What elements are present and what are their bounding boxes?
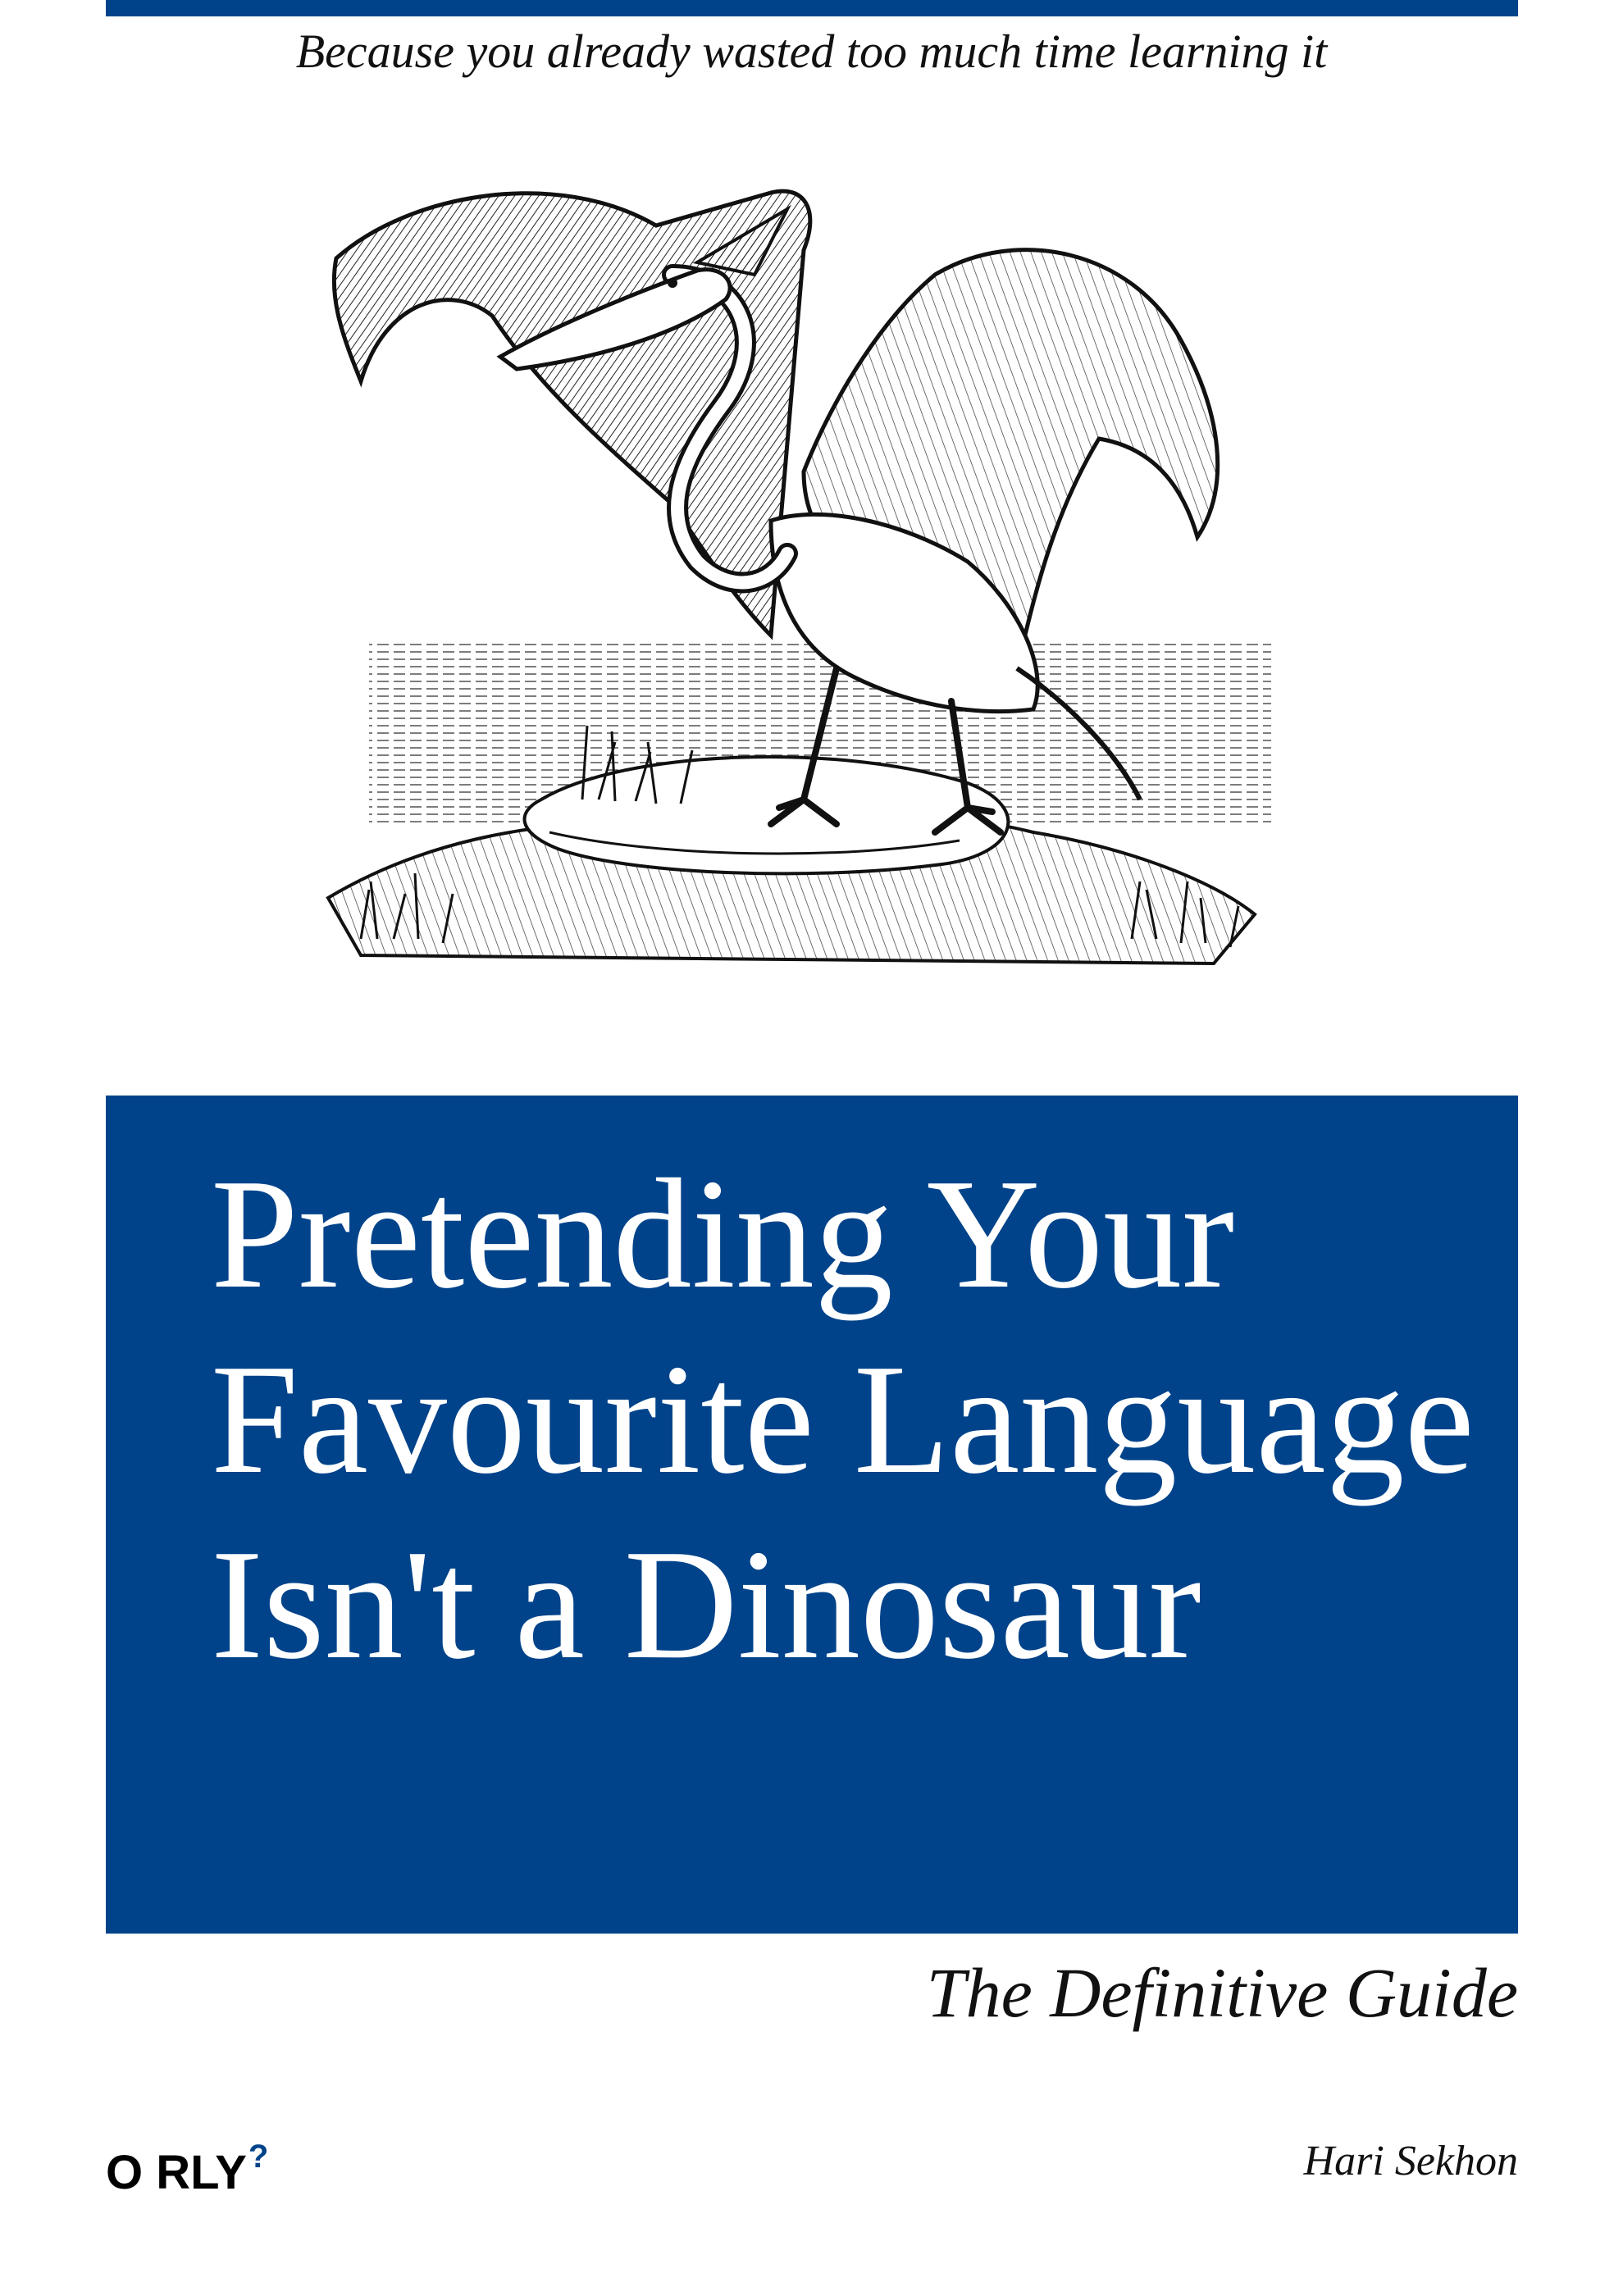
publisher-logo: O RLY? bbox=[106, 2128, 268, 2202]
author-name: Hari Sekhon bbox=[1303, 2138, 1518, 2184]
top-accent-bar bbox=[106, 0, 1518, 16]
book-title: Pretending Your Favourite Language Isn't… bbox=[211, 1146, 1475, 1692]
tagline: Because you already wasted too much time… bbox=[295, 25, 1328, 78]
publisher-question-mark: ? bbox=[248, 2139, 269, 2175]
title-block: Pretending Your Favourite Language Isn't… bbox=[106, 1096, 1518, 1934]
publisher-name: O RLY bbox=[106, 2146, 247, 2199]
pterodactyl-illustration-icon bbox=[326, 189, 1271, 966]
book-subtitle: The Definitive Guide bbox=[926, 1953, 1518, 2032]
